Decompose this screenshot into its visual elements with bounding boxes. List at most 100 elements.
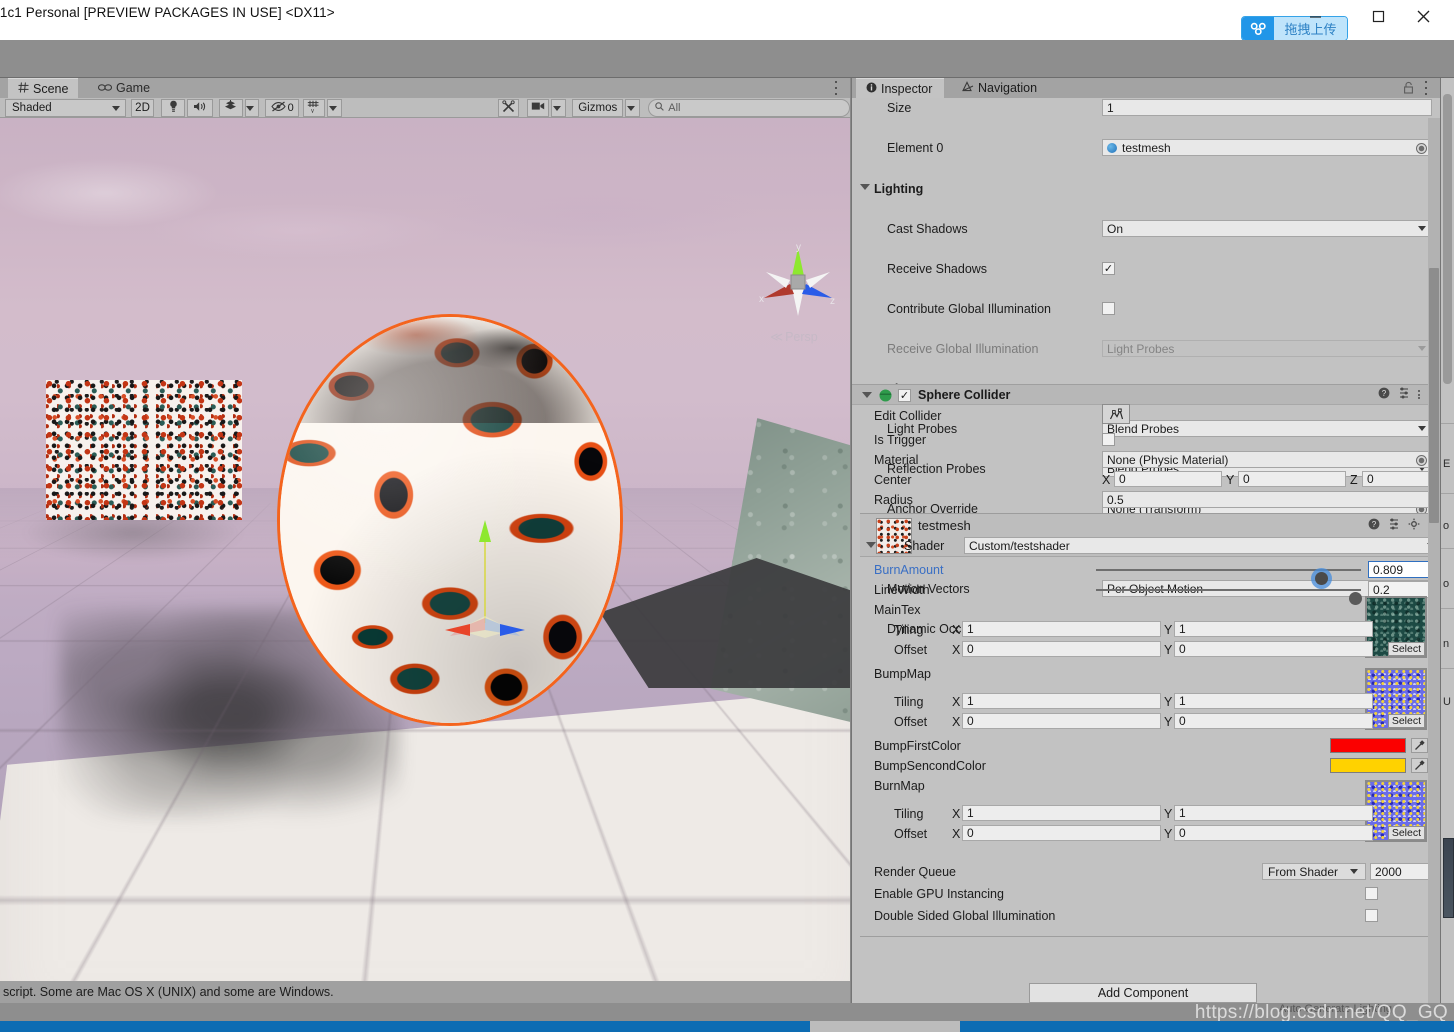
scene-component-tools-button[interactable]	[497, 98, 520, 117]
inspector-options-kebab-icon[interactable]	[1420, 81, 1432, 95]
search-icon	[655, 101, 665, 114]
edit-collider-button[interactable]	[1102, 404, 1130, 424]
maintex-offset-x-field[interactable]: 0	[962, 641, 1161, 657]
cast-shadows-dropdown[interactable]: On	[1102, 220, 1432, 237]
is-trigger-checkbox[interactable]	[1102, 433, 1115, 446]
maintex-offset-y-field[interactable]: 0	[1174, 641, 1373, 657]
draw-mode-dropdown[interactable]: Shaded	[5, 98, 126, 117]
move-tool-gizmo[interactable]	[440, 518, 530, 638]
burnmap-offset-label: Offset	[894, 827, 928, 841]
contribute-gi-checkbox[interactable]	[1102, 302, 1115, 315]
scene-grid-toggle[interactable]: y	[303, 98, 325, 117]
gizmos-toggle-button[interactable]: Gizmos	[572, 98, 624, 117]
toggle-2d-button[interactable]: 2D	[130, 98, 155, 117]
burnmap-offset-x-field[interactable]: 0	[962, 825, 1161, 841]
burn-amount-value-field[interactable]: 0.809	[1368, 561, 1432, 578]
taskbar-item[interactable]	[810, 1021, 960, 1032]
preset-icon[interactable]	[1398, 387, 1410, 402]
burn-amount-label: BurnAmount	[874, 563, 944, 577]
object-picker-icon[interactable]	[1416, 143, 1427, 154]
is-trigger-label: Is Trigger	[874, 433, 927, 447]
preset-icon[interactable]	[1388, 518, 1400, 533]
tab-inspector[interactable]: Inspector	[856, 78, 944, 98]
collider-material-field[interactable]: None (Physic Material)	[1102, 451, 1432, 468]
maximize-button[interactable]	[1355, 0, 1401, 32]
tab-navigation[interactable]: Navigation	[952, 78, 1048, 98]
bumpmap-tiling-y-field[interactable]: 1	[1174, 693, 1373, 709]
scene-audio-toggle[interactable]	[187, 98, 213, 117]
shader-dropdown[interactable]: Custom/testshader	[964, 537, 1440, 554]
component-kebab-icon[interactable]	[1418, 390, 1420, 399]
add-component-button[interactable]: Add Component	[1029, 983, 1257, 1003]
eyedropper-icon[interactable]	[1411, 738, 1428, 753]
element0-field[interactable]: testmesh	[1102, 139, 1432, 156]
line-width-slider[interactable]	[1096, 589, 1362, 605]
bumpmap-offset-x-field[interactable]: 0	[962, 713, 1161, 729]
bump-second-color-swatch[interactable]	[1330, 758, 1406, 773]
help-icon[interactable]: ?	[1368, 518, 1380, 533]
scene-camera-settings-button[interactable]	[527, 98, 550, 117]
scene-fx-dropdown[interactable]	[244, 98, 260, 117]
burnmap-offset-y-field[interactable]: 0	[1174, 825, 1373, 841]
gizmos-dropdown[interactable]	[625, 98, 641, 117]
sphere-collider-header[interactable]: ✓ Sphere Collider ?	[852, 384, 1428, 405]
collider-radius-field[interactable]: 0.5	[1102, 491, 1432, 508]
scene-orientation-gizmo[interactable]: y x z	[758, 242, 838, 322]
eyedropper-icon[interactable]	[1411, 758, 1428, 773]
minimize-button[interactable]	[1292, 0, 1338, 32]
center-y-field[interactable]: 0	[1238, 471, 1346, 487]
burnmap-tiling-x-field[interactable]: 1	[962, 805, 1161, 821]
bump-first-color-swatch[interactable]	[1330, 738, 1406, 753]
maintex-tiling-x-field[interactable]: 1	[962, 621, 1161, 637]
bumpmap-tiling-x-field[interactable]: 1	[962, 693, 1161, 709]
tab-game[interactable]: Game	[88, 78, 156, 98]
scene-lighting-toggle[interactable]	[161, 98, 186, 117]
bumpmap-tiling-x-label: X	[952, 695, 961, 709]
material-header-icons: ?	[1368, 518, 1420, 533]
size-field[interactable]: 1	[1102, 99, 1432, 116]
maintex-label: MainTex	[874, 603, 921, 617]
center-x-label: X	[1102, 473, 1111, 487]
center-z-field[interactable]: 0	[1362, 471, 1432, 487]
scene-camera-dropdown[interactable]	[551, 98, 567, 117]
right-panel-text: U	[1443, 696, 1451, 708]
projection-mode-label[interactable]: ≪ Persp	[770, 329, 818, 344]
bump-first-color-row: BumpFirstColor	[852, 736, 1440, 756]
close-button[interactable]	[1400, 0, 1446, 32]
maintex-tiling-y-field[interactable]: 1	[1174, 621, 1373, 637]
scene-options-kebab-icon[interactable]	[830, 81, 842, 95]
fx-layers-icon	[224, 100, 237, 115]
burnmap-tiling-y-field[interactable]: 1	[1174, 805, 1373, 821]
chevron-down-icon	[1418, 226, 1426, 231]
render-queue-mode-dropdown[interactable]: From Shader	[1262, 863, 1366, 880]
double-sided-gi-checkbox[interactable]	[1365, 909, 1378, 922]
lighting-section-header[interactable]: Lighting	[852, 179, 1440, 199]
line-width-slider-handle[interactable]	[1349, 592, 1362, 605]
clipped-right-panel[interactable]: E o o n U	[1440, 78, 1454, 1003]
receive-shadows-checkbox[interactable]: ✓	[1102, 262, 1115, 275]
lock-icon[interactable]	[1403, 81, 1414, 97]
render-queue-value-field[interactable]: 2000	[1370, 863, 1432, 880]
right-panel-scrollbar-thumb[interactable]	[1443, 94, 1452, 384]
gpu-instancing-checkbox[interactable]	[1365, 887, 1378, 900]
center-x-field[interactable]: 0	[1114, 471, 1222, 487]
gear-icon[interactable]	[1408, 518, 1420, 533]
bumpmap-offset-y-field[interactable]: 0	[1174, 713, 1373, 729]
burn-amount-slider[interactable]	[1096, 569, 1361, 585]
foldout-arrow-icon[interactable]	[866, 542, 876, 548]
sphere-collider-enabled-checkbox[interactable]: ✓	[898, 389, 911, 402]
scene-search-input[interactable]: All	[648, 98, 850, 117]
inspector-scrollbar[interactable]	[1428, 118, 1440, 1003]
scene-fx-toggle[interactable]	[218, 98, 243, 117]
bumpmap-label: BumpMap	[874, 667, 931, 681]
help-icon[interactable]: ?	[1378, 387, 1390, 402]
scene-grid-dropdown[interactable]	[326, 98, 342, 117]
scene-visibility-toggle[interactable]: 0	[265, 98, 300, 117]
scene-viewport[interactable]: y x z ≪ Persp	[0, 118, 850, 981]
tab-scene[interactable]: Scene	[8, 78, 78, 98]
dissolving-cube-object[interactable]	[46, 380, 242, 520]
svg-text:z: z	[830, 296, 835, 307]
inspector-scrollbar-thumb[interactable]	[1429, 268, 1439, 523]
object-picker-icon[interactable]	[1416, 455, 1427, 466]
light-probes-dropdown[interactable]: Blend Probes	[1102, 420, 1432, 437]
